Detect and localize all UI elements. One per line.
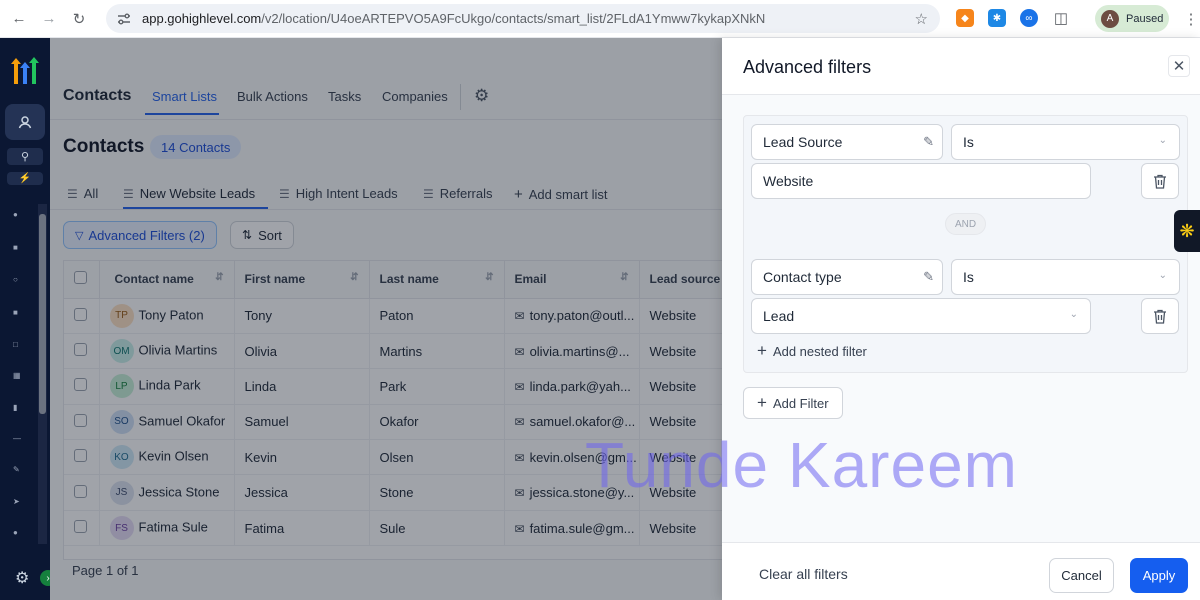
- close-icon[interactable]: ✕: [1168, 55, 1190, 77]
- nav-icon[interactable]: ■: [13, 243, 21, 252]
- metamask-icon[interactable]: ◆: [956, 9, 974, 27]
- pencil-icon[interactable]: ✎: [923, 134, 934, 150]
- browser-menu-icon[interactable]: ⋮: [1180, 8, 1200, 30]
- nav-icon[interactable]: ✎: [13, 465, 21, 474]
- nav-icon[interactable]: ➤: [13, 497, 21, 506]
- back-arrow-icon[interactable]: ←: [8, 8, 30, 30]
- filter-value-select[interactable]: Lead ⌄: [751, 298, 1091, 334]
- nav-icon[interactable]: □: [13, 340, 21, 349]
- assistant-widget-icon[interactable]: ❋: [1174, 210, 1200, 252]
- chevron-down-icon: ⌄: [1158, 135, 1167, 146]
- modal-backdrop[interactable]: [50, 38, 722, 600]
- site-settings-icon[interactable]: [116, 11, 132, 27]
- trash-icon[interactable]: [1141, 163, 1179, 199]
- bookmark-star-icon[interactable]: ☆: [915, 10, 928, 28]
- filter-operator-select[interactable]: Is ⌄: [951, 259, 1180, 295]
- nav-icon[interactable]: ○: [13, 275, 21, 284]
- drawer-title: Advanced filters: [743, 57, 872, 77]
- filter-value-input[interactable]: Website: [751, 163, 1091, 199]
- nav-icon[interactable]: —: [13, 434, 21, 443]
- sidebar-scrollbar[interactable]: [38, 204, 47, 544]
- nav-icon[interactable]: ●: [13, 528, 21, 537]
- url-text: app.gohighlevel.com/v2/location/U4oeARTE…: [142, 11, 766, 26]
- address-bar[interactable]: app.gohighlevel.com/v2/location/U4oeARTE…: [106, 4, 940, 33]
- apply-button[interactable]: Apply: [1130, 558, 1188, 593]
- trash-icon[interactable]: [1141, 298, 1179, 334]
- filter-field-select[interactable]: Lead Source ✎: [751, 124, 943, 160]
- plus-icon: +: [757, 341, 767, 360]
- app-sidebar: ⚲ ⚡ ● ■ ○ ■ □ ▦ ▮ — ✎ ➤ ● ⚙ ›: [0, 38, 56, 600]
- cancel-button[interactable]: Cancel: [1049, 558, 1114, 593]
- app-logo-icon: [11, 57, 39, 84]
- add-nested-filter-button[interactable]: + Add nested filter: [757, 341, 867, 361]
- avatar: A: [1101, 9, 1119, 28]
- puzzle-icon[interactable]: ◫: [1052, 9, 1070, 27]
- search-icon[interactable]: ⚲: [7, 148, 43, 165]
- add-filter-button[interactable]: + Add Filter: [743, 387, 843, 419]
- quick-actions-icon[interactable]: ⚡: [7, 172, 43, 185]
- browser-toolbar: ← → ↻ app.gohighlevel.com/v2/location/U4…: [0, 0, 1200, 38]
- advanced-filters-drawer: Advanced filters ✕ Lead Source ✎ Is ⌄ We…: [722, 38, 1200, 600]
- dapp-icon[interactable]: ✱: [988, 9, 1006, 27]
- nav-icon[interactable]: ▮: [13, 403, 21, 412]
- drawer-footer: Clear all filters Cancel Apply: [722, 542, 1200, 600]
- clear-all-filters-link[interactable]: Clear all filters: [759, 566, 848, 582]
- contacts-nav-icon[interactable]: [5, 104, 45, 140]
- plus-icon: +: [757, 393, 767, 412]
- filter-field-select[interactable]: Contact type ✎: [751, 259, 943, 295]
- filter-operator-select[interactable]: Is ⌄: [951, 124, 1180, 160]
- profile-button[interactable]: A Paused: [1095, 5, 1169, 32]
- reload-icon[interactable]: ↻: [68, 8, 90, 30]
- filter-group: Lead Source ✎ Is ⌄ Website AND Contact t…: [743, 115, 1188, 373]
- profile-status: Paused: [1126, 12, 1164, 25]
- gear-icon[interactable]: ⚙: [15, 568, 29, 588]
- chevron-down-icon: ⌄: [1158, 270, 1167, 281]
- and-connector: AND: [945, 213, 987, 235]
- drawer-header: Advanced filters ✕: [722, 38, 1200, 95]
- forward-arrow-icon[interactable]: →: [38, 8, 60, 30]
- watermark: Tunde Kareem: [585, 429, 1018, 501]
- nav-icon[interactable]: ▦: [13, 371, 21, 380]
- nav-icon[interactable]: ■: [13, 308, 21, 317]
- nav-icon[interactable]: ●: [13, 210, 21, 219]
- translate-icon[interactable]: ∞: [1020, 9, 1038, 27]
- pencil-icon[interactable]: ✎: [923, 269, 934, 285]
- chevron-down-icon: ⌄: [1069, 309, 1078, 320]
